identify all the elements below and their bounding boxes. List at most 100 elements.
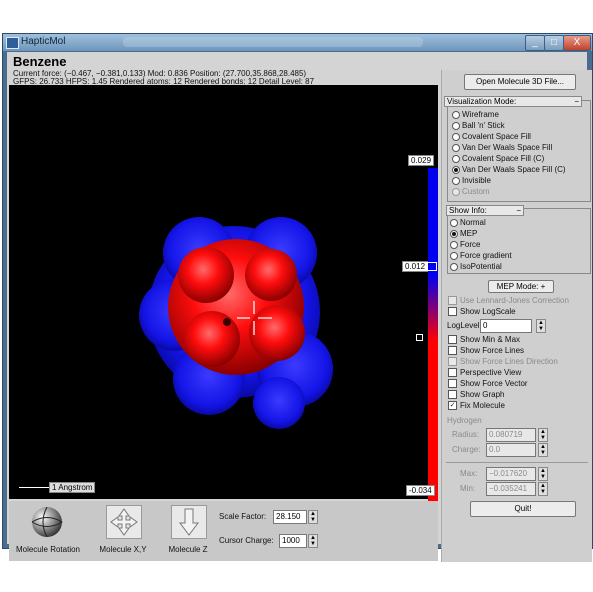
scale-factor-field[interactable]: 28.150 — [273, 510, 307, 524]
radio-button[interactable] — [452, 132, 460, 141]
maximize-button[interactable]: □ — [544, 35, 564, 51]
charge-field[interactable]: 0.0 — [486, 443, 536, 457]
quit-button[interactable]: Quit! — [470, 501, 576, 517]
radius-label: Radius: — [452, 430, 480, 439]
open-file-button[interactable]: Open Molecule 3D File... — [464, 74, 576, 90]
radio-button[interactable] — [450, 218, 458, 227]
radio-button[interactable] — [452, 176, 460, 185]
radio-option[interactable]: Wireframe — [452, 109, 566, 120]
option-label: Normal — [460, 218, 486, 227]
checkbox[interactable] — [448, 368, 457, 378]
charge-spinner[interactable]: ▲ ▼ — [538, 443, 548, 457]
radio-option[interactable]: Van Der Waals Space Fill — [452, 142, 566, 153]
cursor-charge-label: Cursor Charge: — [219, 536, 274, 545]
option-label: Use Lennard-Jones Correction — [460, 296, 569, 305]
radio-option: Custom — [452, 186, 566, 197]
checkbox[interactable]: ✓ — [448, 401, 457, 411]
checkbox[interactable] — [448, 346, 457, 356]
angstrom-ruler — [19, 487, 49, 488]
radio-button[interactable] — [450, 240, 458, 249]
charge-label: Charge: — [452, 445, 481, 454]
mep-mode-button[interactable]: MEP Mode: + — [488, 280, 554, 293]
molecule-render — [139, 217, 333, 429]
loglevel-spinner[interactable]: ▲ ▼ — [536, 319, 546, 333]
option-label: IsoPotential — [460, 262, 502, 271]
option-label: Show Force Lines — [460, 346, 525, 355]
molecule-name: Benzene — [13, 54, 67, 69]
radio-button[interactable] — [450, 229, 458, 238]
radio-option[interactable]: Covalent Space Fill (C) — [452, 153, 566, 164]
z-tool-button[interactable] — [171, 505, 207, 539]
minimize-button[interactable]: _ — [525, 35, 545, 51]
checkbox[interactable] — [448, 335, 457, 345]
option-label: Ball 'n' Stick — [462, 121, 505, 130]
molecule-viewport[interactable]: 1 Angstrom 0.029 0.012 -0.034 — [9, 85, 438, 501]
positive-potential-surface — [168, 239, 305, 375]
radio-option[interactable]: Force gradient — [450, 250, 512, 261]
title-bar: HapticMol _ □ X — [3, 34, 592, 51]
radio-option[interactable]: Force — [450, 239, 512, 250]
app-icon — [6, 37, 19, 49]
checkbox-option[interactable]: Show Graph — [448, 389, 558, 400]
checkbox-option[interactable]: ✓ Fix Molecule — [448, 400, 558, 411]
radio-option[interactable]: MEP — [450, 228, 512, 239]
min-label: Min: — [460, 484, 476, 493]
radio-button[interactable] — [450, 251, 458, 260]
cursor-charge-spinner[interactable]: ▲ ▼ — [308, 534, 318, 548]
scale-pointer[interactable] — [416, 334, 423, 341]
checkbox-option: Show Force Lines Direction — [448, 356, 558, 367]
radio-option[interactable]: Covalent Space Fill — [452, 131, 566, 142]
checkbox-option[interactable]: Show Force Vector — [448, 378, 558, 389]
option-label: Van Der Waals Space Fill (C) — [462, 165, 566, 174]
min-field[interactable]: −0.035241 — [486, 482, 536, 496]
z-tool-label: Molecule Z — [168, 545, 208, 554]
option-label: Show Graph — [460, 390, 505, 399]
max-field[interactable]: −0.017620 — [486, 467, 536, 481]
radio-button[interactable] — [450, 262, 458, 271]
rotation-tool-button[interactable] — [30, 505, 64, 538]
angstrom-label: 1 Angstrom — [49, 482, 96, 493]
close-button[interactable]: X — [563, 35, 591, 51]
option-label: Show Min & Max — [460, 335, 521, 344]
scale-mid-label: 0.012 — [402, 261, 429, 272]
checkbox-option[interactable]: Show Min & Max — [448, 334, 558, 345]
max-spinner[interactable]: ▲ ▼ — [538, 467, 548, 481]
option-label: Show LogScale — [460, 307, 516, 316]
options-a: Use Lennard-Jones Correction Show LogScal… — [448, 295, 569, 317]
scale-factor-spinner[interactable]: ▲ ▼ — [308, 510, 318, 524]
radio-button[interactable] — [452, 143, 460, 152]
checkbox[interactable] — [448, 379, 457, 389]
radio-option[interactable]: IsoPotential — [450, 261, 512, 272]
radius-field[interactable]: 0.080719 — [486, 428, 536, 442]
radio-button[interactable] — [452, 121, 460, 130]
show-info-list: Normal MEP Force Force gradient IsoPotential — [450, 217, 512, 272]
option-label: Show Force Lines Direction — [460, 357, 558, 366]
scale-marker — [427, 262, 437, 271]
checkbox[interactable] — [448, 390, 457, 400]
option-label: MEP — [460, 229, 478, 238]
option-label: Fix Molecule — [460, 401, 505, 410]
cursor-charge-field[interactable]: 1000 — [279, 534, 307, 548]
min-spinner[interactable]: ▲ ▼ — [538, 482, 548, 496]
radio-option[interactable]: Van Der Waals Space Fill (C) — [452, 164, 566, 175]
scale-factor-label: Scale Factor: — [219, 512, 267, 521]
loglevel-field[interactable]: 0 — [480, 319, 532, 333]
checkbox[interactable] — [448, 307, 457, 317]
radio-button[interactable] — [452, 165, 460, 174]
sphere-icon — [31, 506, 63, 538]
visualization-mode-group: Visualization Mode: − Wireframe Ball 'n' S… — [444, 96, 591, 202]
checkbox-option[interactable]: Show Force Lines — [448, 345, 558, 356]
option-label: Force gradient — [460, 251, 512, 260]
radio-option[interactable]: Invisible — [452, 175, 566, 186]
xy-tool-button[interactable] — [106, 505, 142, 539]
radio-option[interactable]: Normal — [450, 217, 512, 228]
show-info-title: Show Info: − — [446, 205, 524, 216]
radio-button[interactable] — [452, 154, 460, 163]
checkbox-option[interactable]: Perspective View — [448, 367, 558, 378]
hydrogen-label: Hydrogen — [447, 416, 482, 425]
checkbox-option[interactable]: Show LogScale — [448, 306, 569, 317]
radio-button[interactable] — [452, 110, 460, 119]
radius-spinner[interactable]: ▲ ▼ — [538, 428, 548, 442]
bottom-toolbar: Molecule Rotation Molecule X,Y Molecule … — [9, 501, 438, 561]
radio-option[interactable]: Ball 'n' Stick — [452, 120, 566, 131]
